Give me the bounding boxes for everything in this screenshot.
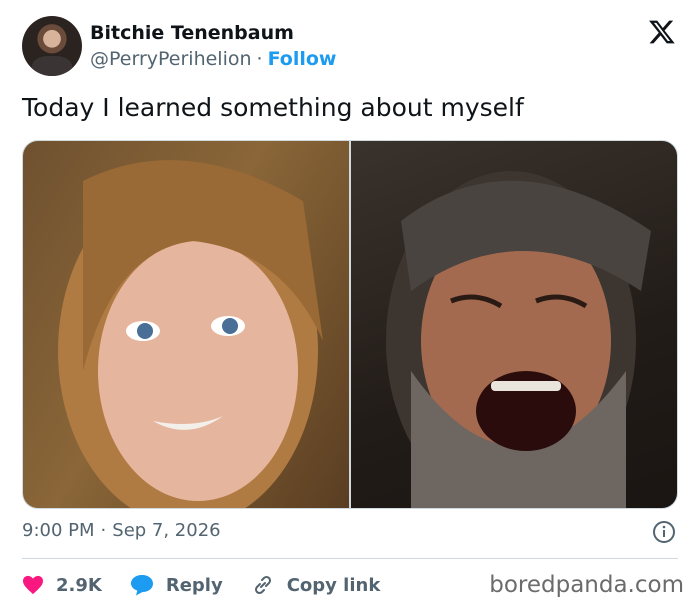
tweet-text: Today I learned something about myself — [22, 93, 524, 122]
photo-man-illustration — [386, 171, 651, 508]
x-logo-icon[interactable] — [648, 18, 676, 46]
heart-icon — [23, 575, 43, 595]
media-photo-man[interactable] — [351, 141, 677, 508]
speech-bubble-icon — [130, 575, 153, 596]
copy-link-button[interactable]: Copy link — [251, 573, 381, 597]
author-handle-row: @PerryPerihelion · Follow — [90, 48, 336, 70]
tweet-timestamp[interactable]: 9:00 PM · Sep 7, 2026 — [22, 520, 221, 541]
action-bar: 2.9K Reply Copy link — [22, 570, 408, 600]
link-icon — [254, 575, 271, 595]
media-photo-woman[interactable] — [23, 141, 349, 508]
like-count: 2.9K — [56, 574, 102, 596]
like-button[interactable]: 2.9K — [22, 575, 102, 596]
handle-separator: · — [256, 48, 263, 70]
info-icon[interactable] — [652, 520, 676, 544]
tweet-media[interactable] — [22, 140, 678, 509]
avatar[interactable] — [22, 16, 82, 76]
divider — [22, 558, 678, 559]
reply-label: Reply — [165, 574, 223, 596]
photo-woman-illustration — [58, 160, 323, 508]
tweet-date: Sep 7, 2026 — [112, 520, 221, 541]
follow-button[interactable]: Follow — [268, 48, 337, 70]
author-handle[interactable]: @PerryPerihelion — [90, 48, 252, 70]
watermark: boredpanda.com — [489, 572, 684, 598]
reply-button[interactable]: Reply — [130, 574, 223, 596]
copy-link-label: Copy link — [286, 574, 381, 596]
timestamp-separator: · — [100, 520, 107, 541]
author-display-name[interactable]: Bitchie Tenenbaum — [90, 22, 294, 44]
tweet-time: 9:00 PM — [22, 520, 95, 541]
